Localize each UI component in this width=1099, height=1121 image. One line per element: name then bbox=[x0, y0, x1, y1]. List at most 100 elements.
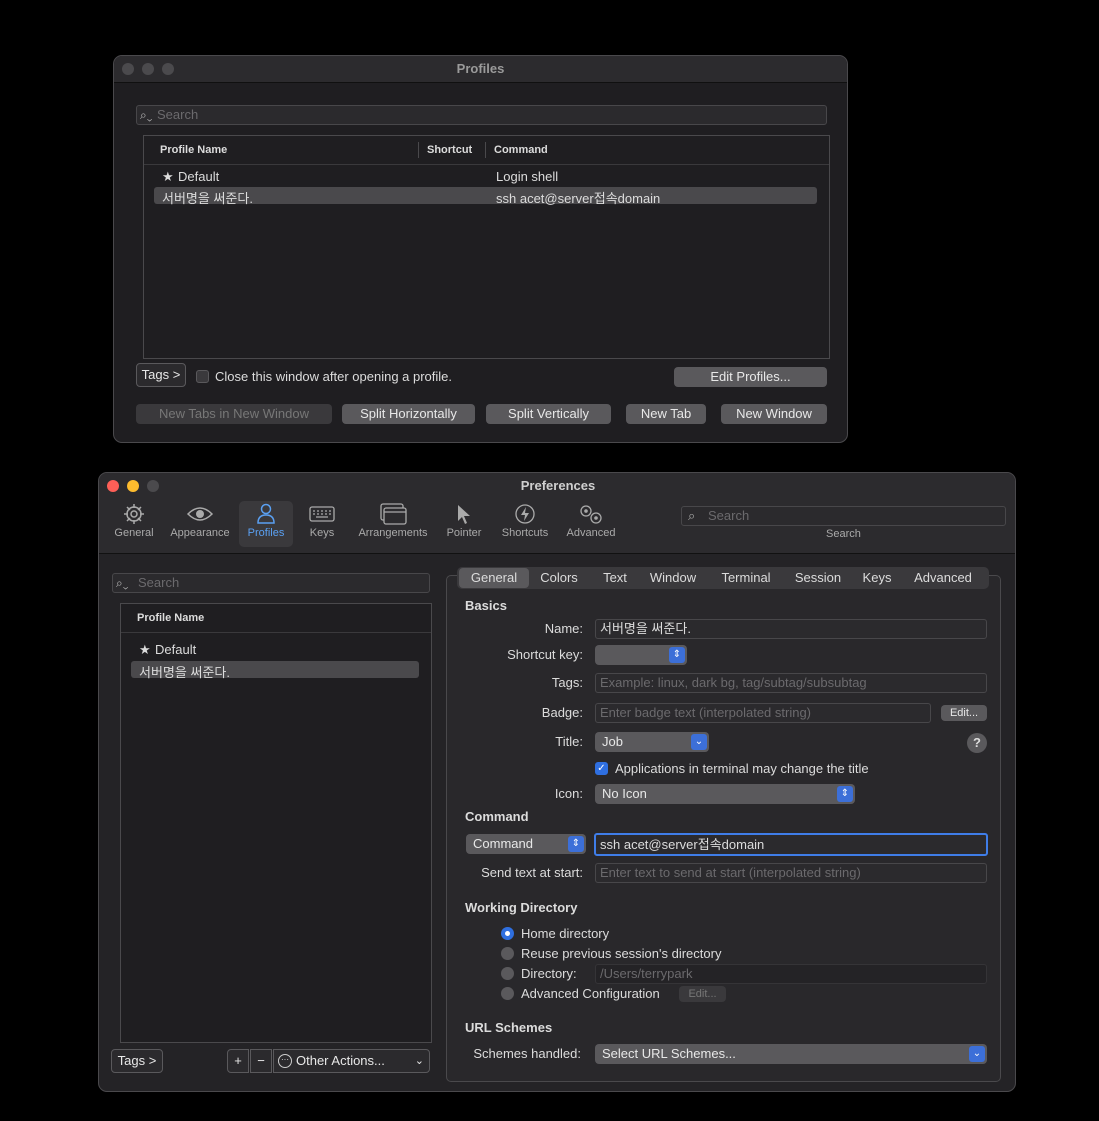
profiles-search-input[interactable]: ⌕⌄ Search bbox=[136, 105, 827, 125]
split-vertically-button[interactable]: Split Vertically bbox=[486, 404, 611, 424]
tab-window[interactable]: Window bbox=[643, 568, 703, 588]
send-text-placeholder: Enter text to send at start (interpolate… bbox=[600, 865, 861, 880]
tags-toggle-button[interactable]: Tags > bbox=[136, 363, 186, 387]
tab-text[interactable]: Text bbox=[593, 568, 637, 588]
directory-label: Directory: bbox=[521, 966, 577, 981]
keyboard-icon bbox=[299, 501, 345, 527]
directory-field[interactable]: /Users/terrypark bbox=[595, 964, 987, 984]
chevron-down-icon: ⌄ bbox=[691, 734, 707, 750]
close-window-checkbox[interactable] bbox=[196, 370, 209, 383]
row-command: Login shell bbox=[496, 169, 559, 184]
gear-icon bbox=[109, 501, 159, 527]
command-field[interactable]: ssh acet@server접속domain bbox=[594, 833, 988, 856]
toolbar-search-label: Search bbox=[826, 528, 861, 540]
row-name: 서버명을 써준다. bbox=[162, 191, 253, 206]
icon-label: Icon: bbox=[554, 786, 583, 801]
add-profile-button[interactable]: + bbox=[227, 1049, 249, 1073]
tab-terminal[interactable]: Terminal bbox=[713, 568, 779, 588]
windows-icon bbox=[353, 501, 433, 527]
command-header: Command bbox=[465, 809, 529, 824]
toolbar-shortcuts[interactable]: Shortcuts bbox=[495, 501, 555, 547]
toolbar-search-input[interactable]: ⌕ Search bbox=[681, 506, 1006, 526]
gears-icon bbox=[561, 501, 621, 527]
tab-session[interactable]: Session bbox=[787, 568, 849, 588]
icon-select[interactable]: No Icon ⇕ bbox=[595, 784, 855, 804]
apps-change-title-checkbox[interactable]: ✓ bbox=[595, 762, 608, 775]
table-row-selected[interactable]: 서버명을 써준다. ssh acet@server접속domain bbox=[154, 187, 817, 206]
bolt-icon bbox=[495, 501, 555, 527]
toolbar-pointer[interactable]: Pointer bbox=[441, 501, 487, 547]
badge-edit-button[interactable]: Edit... bbox=[941, 705, 987, 721]
tab-keys[interactable]: Keys bbox=[857, 568, 897, 588]
toolbar-general[interactable]: General bbox=[109, 501, 159, 547]
name-label: Name: bbox=[544, 621, 583, 636]
url-schemes-header: URL Schemes bbox=[465, 1020, 553, 1035]
command-type-value: Command bbox=[473, 836, 533, 851]
column-shortcut[interactable]: Shortcut bbox=[427, 144, 472, 156]
badge-field[interactable]: Enter badge text (interpolated string) bbox=[595, 703, 931, 723]
toolbar-label: Appearance bbox=[170, 527, 230, 539]
toolbar-profiles[interactable]: Profiles bbox=[239, 501, 293, 547]
toolbar-appearance[interactable]: Appearance bbox=[165, 501, 235, 547]
cursor-icon bbox=[441, 501, 487, 527]
toolbar-label: Pointer bbox=[446, 527, 482, 539]
tab-advanced[interactable]: Advanced bbox=[903, 568, 983, 588]
ellipsis-circle-icon: ··· bbox=[278, 1054, 292, 1068]
search-icon: ⌕⌄ bbox=[140, 108, 153, 122]
reuse-directory-radio[interactable] bbox=[501, 947, 514, 960]
chevron-updown-icon: ⇕ bbox=[669, 647, 685, 663]
chevron-down-icon: ⌄ bbox=[969, 1046, 985, 1062]
column-profile-name[interactable]: Profile Name bbox=[160, 144, 227, 156]
row-name: Default bbox=[178, 169, 220, 184]
help-button[interactable]: ? bbox=[967, 733, 987, 753]
send-text-label: Send text at start: bbox=[481, 865, 583, 880]
new-tabs-in-new-window-button[interactable]: New Tabs in New Window bbox=[136, 404, 332, 424]
list-item-selected[interactable]: 서버명을 써준다. bbox=[131, 661, 419, 680]
split-horizontally-button[interactable]: Split Horizontally bbox=[342, 404, 475, 424]
list-item[interactable]: ★ Default bbox=[131, 642, 419, 659]
column-command[interactable]: Command bbox=[494, 144, 548, 156]
other-actions-button[interactable]: ··· Other Actions... ⌄ bbox=[273, 1049, 430, 1073]
advanced-config-edit-button[interactable]: Edit... bbox=[679, 986, 726, 1002]
table-header: Profile Name Shortcut Command bbox=[144, 136, 829, 165]
list-item-name: 서버명을 써준다. bbox=[139, 665, 230, 680]
advanced-config-label: Advanced Configuration bbox=[521, 986, 660, 1001]
send-text-field[interactable]: Enter text to send at start (interpolate… bbox=[595, 863, 987, 883]
tags-field[interactable]: Example: linux, dark bg, tag/subtag/subs… bbox=[595, 673, 987, 693]
toolbar-label: Arrangements bbox=[358, 527, 428, 539]
remove-profile-button[interactable]: − bbox=[250, 1049, 272, 1073]
profiles-table: Profile Name Shortcut Command ★ Default … bbox=[143, 135, 830, 359]
schemes-handled-label: Schemes handled: bbox=[473, 1046, 581, 1061]
advanced-config-radio[interactable] bbox=[501, 987, 514, 1000]
shortcut-key-label: Shortcut key: bbox=[507, 647, 583, 662]
toolbar-advanced[interactable]: Advanced bbox=[561, 501, 621, 547]
working-directory-header: Working Directory bbox=[465, 900, 578, 915]
home-directory-label: Home directory bbox=[521, 926, 610, 941]
home-directory-radio[interactable] bbox=[501, 927, 514, 940]
tab-general[interactable]: General bbox=[459, 568, 529, 588]
sidebar-search-input[interactable]: ⌕⌄ Search bbox=[112, 573, 430, 593]
directory-radio[interactable] bbox=[501, 967, 514, 980]
search-icon: ⌕ bbox=[688, 508, 696, 523]
toolbar-arrangements[interactable]: Arrangements bbox=[353, 501, 433, 547]
title-select[interactable]: Job ⌄ bbox=[595, 732, 709, 752]
chevron-updown-icon: ⇕ bbox=[568, 836, 584, 852]
new-window-button[interactable]: New Window bbox=[721, 404, 827, 424]
url-schemes-select[interactable]: Select URL Schemes... ⌄ bbox=[595, 1044, 987, 1064]
name-field[interactable]: 서버명을 써준다. bbox=[595, 619, 987, 639]
column-profile-name[interactable]: Profile Name bbox=[137, 612, 204, 624]
chevron-updown-icon: ⇕ bbox=[837, 786, 853, 802]
badge-label: Badge: bbox=[541, 705, 583, 720]
search-placeholder: Search bbox=[157, 107, 199, 122]
table-row[interactable]: ★ Default Login shell bbox=[154, 169, 817, 186]
sidebar-tags-button[interactable]: Tags > bbox=[111, 1049, 163, 1073]
tab-colors[interactable]: Colors bbox=[533, 568, 585, 588]
search-icon: ⌕⌄ bbox=[116, 576, 129, 590]
apps-change-title-label: Applications in terminal may change the … bbox=[615, 761, 869, 776]
shortcut-key-select[interactable]: ⇕ bbox=[595, 645, 687, 665]
toolbar-keys[interactable]: Keys bbox=[299, 501, 345, 547]
row-command: ssh acet@server접속domain bbox=[496, 191, 661, 206]
edit-profiles-button[interactable]: Edit Profiles... bbox=[674, 367, 827, 387]
command-type-select[interactable]: Command ⇕ bbox=[466, 834, 586, 854]
new-tab-button[interactable]: New Tab bbox=[626, 404, 706, 424]
